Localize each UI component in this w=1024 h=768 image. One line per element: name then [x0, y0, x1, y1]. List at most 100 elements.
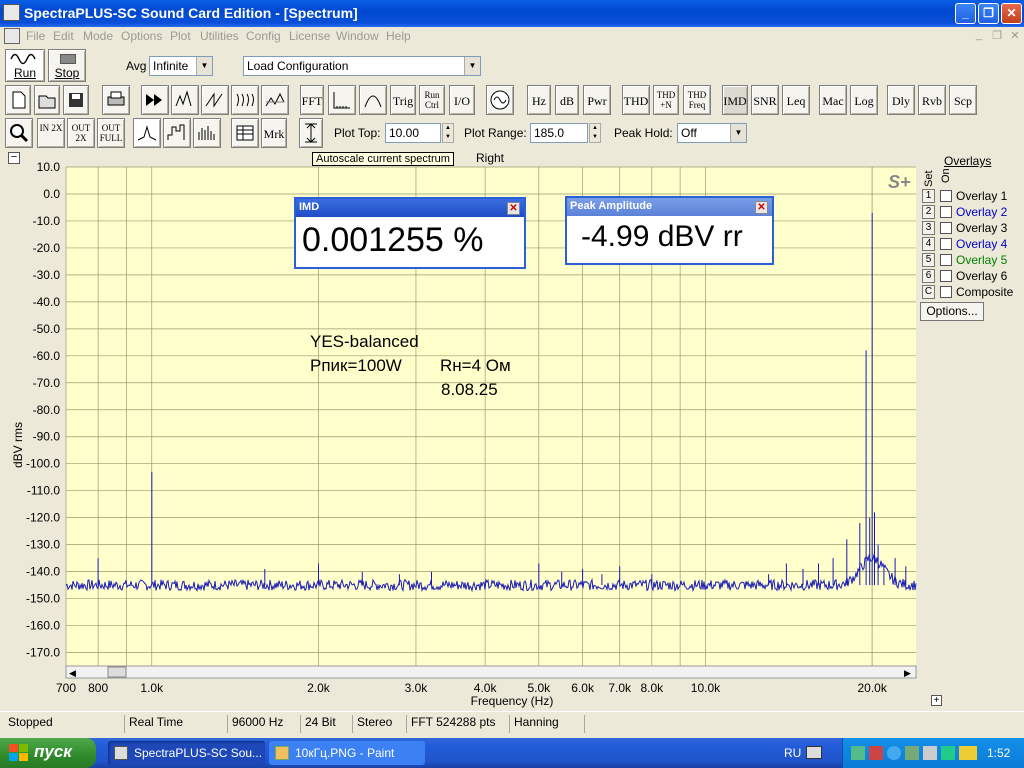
fft-size-button[interactable] [328, 85, 356, 115]
fft-button[interactable]: FFT [300, 85, 324, 115]
sync-icon[interactable] [941, 746, 955, 760]
security-icon[interactable] [869, 746, 883, 760]
overlay-set-button[interactable]: 3 [922, 221, 935, 235]
signal-generator-button[interactable] [486, 85, 514, 115]
peak-close-icon[interactable]: ✕ [755, 201, 768, 214]
driver-icon[interactable] [959, 746, 977, 760]
dly-button[interactable]: Dly [887, 85, 915, 115]
document-icon[interactable] [4, 28, 20, 44]
spectrum-button[interactable] [171, 85, 199, 115]
restore-button[interactable]: ❐ [978, 3, 999, 24]
imd-meter-window[interactable]: IMD ✕ 0.001255 % [294, 197, 526, 269]
table-button[interactable] [231, 118, 259, 148]
mdi-minimize-button[interactable]: _ [972, 29, 986, 43]
menu-edit[interactable]: Edit [53, 29, 74, 43]
line-plot-button[interactable] [133, 118, 161, 148]
horizontal-scrollbar[interactable] [65, 665, 917, 679]
menu-file[interactable]: File [26, 29, 45, 43]
run-button[interactable]: Run [5, 49, 45, 82]
expand-button[interactable]: + [931, 695, 942, 706]
bar-plot-button[interactable] [193, 118, 221, 148]
menu-options[interactable]: Options [121, 29, 162, 43]
menu-license[interactable]: License [289, 29, 330, 43]
thd-n-button[interactable]: THD +N [653, 85, 679, 115]
config-select[interactable]: Load Configuration ▼ [243, 56, 481, 76]
network-icon[interactable] [851, 746, 865, 760]
overlay-set-button[interactable]: 4 [922, 237, 935, 251]
menu-plot[interactable]: Plot [170, 29, 191, 43]
overlay-checkbox[interactable] [940, 254, 952, 266]
print-button[interactable] [102, 85, 130, 115]
overlay-set-button[interactable]: 6 [922, 269, 935, 283]
task-spectraplus[interactable]: SpectraPLUS-SC Sou... [108, 741, 265, 765]
scrollbar-thumb[interactable] [107, 666, 127, 678]
task-paint[interactable]: 10кГц.PNG - Paint [269, 741, 425, 765]
mac-button[interactable]: Mac [819, 85, 847, 115]
autoscale-button[interactable] [299, 118, 323, 148]
minimize-button[interactable]: _ [955, 3, 976, 24]
overlay-checkbox[interactable] [940, 270, 952, 282]
rvb-button[interactable]: Rvb [918, 85, 946, 115]
menu-config[interactable]: Config [246, 29, 281, 43]
zoom-button[interactable] [5, 118, 33, 148]
volume-icon[interactable] [923, 746, 937, 760]
mdi-close-button[interactable]: ✕ [1008, 29, 1022, 43]
overlay-checkbox[interactable] [940, 222, 952, 234]
overlay-checkbox[interactable] [940, 286, 952, 298]
imd-button[interactable]: IMD [722, 85, 748, 115]
overlay-set-button[interactable]: 5 [922, 253, 935, 267]
save-button[interactable] [63, 85, 89, 115]
scroll-left-icon[interactable]: ◀ [69, 668, 76, 678]
overlay-checkbox[interactable] [940, 238, 952, 250]
trig-button[interactable]: Trig [390, 85, 416, 115]
zoom-full-button[interactable]: OUT FULL [97, 118, 125, 148]
new-button[interactable] [5, 85, 31, 115]
scp-button[interactable]: Scp [949, 85, 977, 115]
window-function-button[interactable] [359, 85, 387, 115]
keyboard-icon[interactable] [806, 746, 822, 759]
start-button[interactable]: пуск [0, 738, 96, 768]
snr-button[interactable]: SNR [751, 85, 779, 115]
overlay-checkbox[interactable] [940, 206, 952, 218]
menu-utilities[interactable]: Utilities [200, 29, 239, 43]
thd-freq-button[interactable]: THD Freq [683, 85, 711, 115]
language-indicator[interactable]: RU [784, 746, 801, 760]
time-series-button[interactable] [201, 85, 229, 115]
overlay-set-button[interactable]: C [922, 285, 935, 299]
menu-window[interactable]: Window [336, 29, 379, 43]
zoom-in-button[interactable]: IN 2X [37, 118, 65, 148]
tray-app-icon[interactable] [905, 746, 919, 760]
thd-button[interactable]: THD [622, 85, 650, 115]
overlay-options-button[interactable]: Options... [920, 302, 984, 321]
close-button[interactable]: ✕ [1001, 3, 1022, 24]
run-ctrl-button[interactable]: Run Ctrl [419, 85, 445, 115]
pwr-button[interactable]: Pwr [583, 85, 611, 115]
menu-help[interactable]: Help [386, 29, 411, 43]
plot-range-spinner[interactable]: ▲ ▼ [589, 123, 601, 143]
hz-button[interactable]: Hz [527, 85, 551, 115]
phase-button[interactable] [231, 85, 259, 115]
plot-range-input[interactable]: 185.0 [530, 123, 588, 143]
menu-mode[interactable]: Mode [83, 29, 113, 43]
peak-hold-select[interactable]: Off ▼ [677, 123, 747, 143]
io-button[interactable]: I/O [449, 85, 475, 115]
db-button[interactable]: dB [555, 85, 579, 115]
log-button[interactable]: Log [850, 85, 878, 115]
imd-close-icon[interactable]: ✕ [507, 202, 520, 215]
avg-select[interactable]: Infinite ▼ [149, 56, 213, 76]
generator-button[interactable] [141, 85, 169, 115]
plot-top-spinner[interactable]: ▲ ▼ [442, 123, 454, 143]
overlay-set-button[interactable]: 2 [922, 205, 935, 219]
step-plot-button[interactable] [163, 118, 191, 148]
scroll-right-icon[interactable]: ▶ [904, 668, 911, 678]
peak-amplitude-window[interactable]: Peak Amplitude ✕ -4.99 dBV rr [565, 196, 774, 265]
mdi-restore-button[interactable]: ❐ [990, 29, 1004, 43]
overlay-checkbox[interactable] [940, 190, 952, 202]
overlay-set-button[interactable]: 1 [922, 189, 935, 203]
spectrogram-button[interactable] [261, 85, 289, 115]
open-button[interactable] [34, 85, 60, 115]
update-icon[interactable] [887, 746, 901, 760]
leq-button[interactable]: Leq [782, 85, 810, 115]
stop-button[interactable]: Stop [48, 49, 86, 82]
plot-top-input[interactable]: 10.00 [385, 123, 441, 143]
